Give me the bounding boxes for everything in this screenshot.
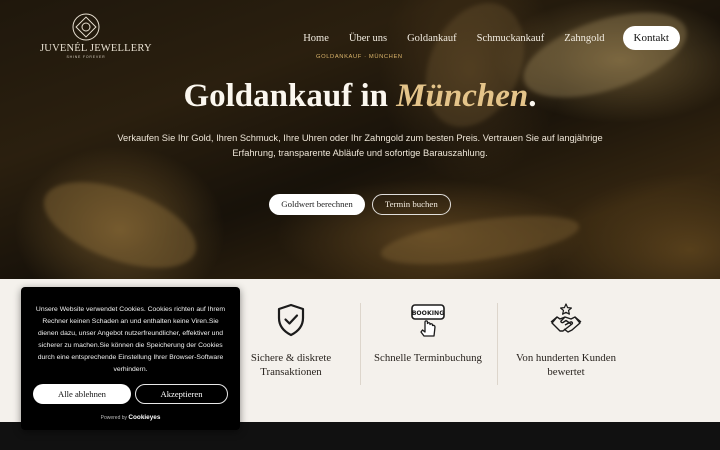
feature-label: Sichere & diskrete Transaktionen xyxy=(250,352,332,378)
title-accent: München xyxy=(396,78,529,114)
cookie-banner: Unsere Website verwendet Cookies. Cookie… xyxy=(21,287,240,430)
reject-all-cookies-button[interactable]: Alle ablehnen xyxy=(33,384,131,404)
brand-logo[interactable]: JUVENÉL JEWELLERY SHINE FOREVER xyxy=(40,12,152,59)
hero-section: JUVENÉL JEWELLERY SHINE FOREVER Home Übe… xyxy=(0,0,720,279)
calculate-gold-value-button[interactable]: Goldwert berechnen xyxy=(269,194,365,215)
cookie-powered-by[interactable]: Powered by Cookieyes xyxy=(21,414,240,421)
nav-home[interactable]: Home xyxy=(303,33,329,44)
page-title: Goldankauf in München. xyxy=(0,78,720,115)
book-appointment-button[interactable]: Termin buchen xyxy=(371,194,451,215)
logo-emblem-icon xyxy=(72,13,100,41)
title-end: . xyxy=(528,78,537,114)
hero-buttons: Goldwert berechnen Termin buchen xyxy=(0,194,720,215)
booking-icon-text: BOOKING xyxy=(412,310,445,317)
accept-cookies-button[interactable]: Akzeptieren xyxy=(135,384,228,404)
hero-lead: Verkaufen Sie Ihr Gold, Ihren Schmuck, I… xyxy=(117,133,603,158)
nav-ueber-uns[interactable]: Über uns xyxy=(349,33,387,44)
nav-goldankauf[interactable]: Goldankauf xyxy=(407,33,457,44)
feature-booking: BOOKING Schnelle Terminbuchung xyxy=(360,301,496,366)
feature-label: Schnelle Terminbuchung xyxy=(374,352,482,364)
main-nav: Home Über uns Goldankauf Schmuckankauf Z… xyxy=(283,26,680,50)
brand-tagline: SHINE FOREVER xyxy=(66,55,106,59)
cookie-text: Unsere Website verwendet Cookies. Cookie… xyxy=(35,306,226,373)
brand-name: JUVENÉL JEWELLERY xyxy=(40,43,152,54)
nav-zahngold[interactable]: Zahngold xyxy=(564,33,604,44)
powered-by-label: Powered by xyxy=(100,415,128,421)
booking-icon: BOOKING xyxy=(411,304,445,337)
handshake-star-icon xyxy=(550,303,582,333)
cookieyes-logo: Cookieyes xyxy=(128,414,161,421)
feature-label: Von hunderten Kunden bewertet xyxy=(516,352,616,378)
nav-schmuckankauf[interactable]: Schmuckankauf xyxy=(477,33,545,44)
feature-reviews: Von hunderten Kunden bewertet xyxy=(498,301,634,379)
contact-button[interactable]: Kontakt xyxy=(622,26,680,50)
breadcrumb: GOLDANKAUF · MÜNCHEN xyxy=(316,54,403,60)
shield-check-icon xyxy=(277,303,305,337)
feature-secure: Sichere & diskrete Transaktionen xyxy=(223,301,359,379)
title-main: Goldankauf in xyxy=(183,78,397,114)
